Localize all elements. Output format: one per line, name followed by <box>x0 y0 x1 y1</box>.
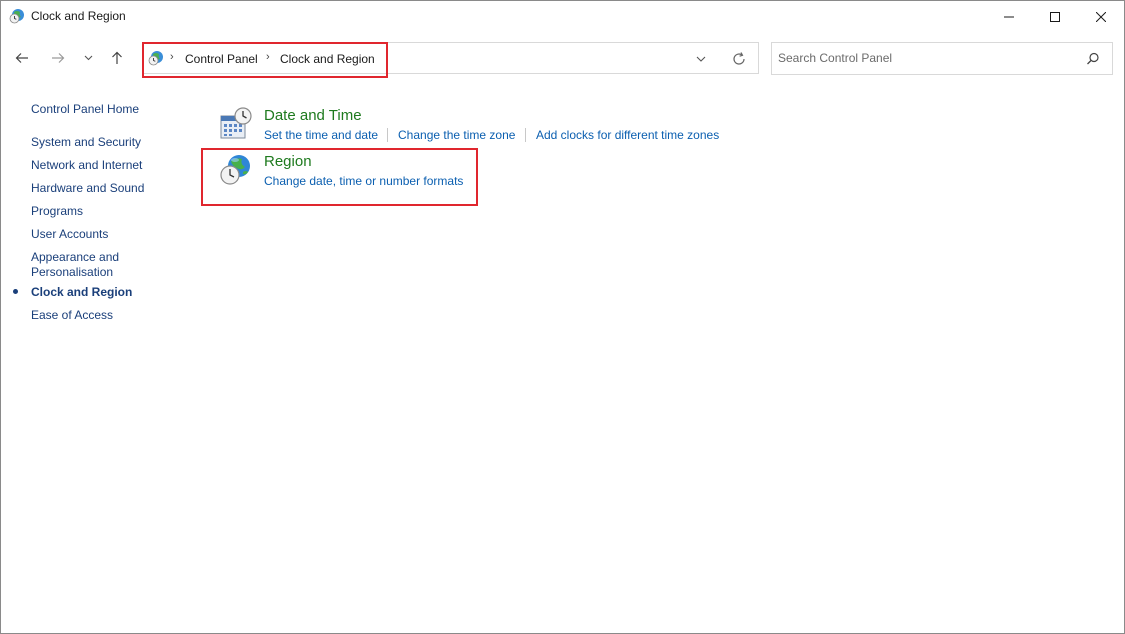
window-title: Clock and Region <box>31 9 126 23</box>
sidebar-item-clock-and-region[interactable]: Clock and Region <box>31 285 132 300</box>
arrow-up-icon <box>112 51 122 64</box>
breadcrumb-separator[interactable]: › <box>266 51 270 63</box>
recent-locations-button[interactable] <box>79 46 97 70</box>
link-divider <box>525 128 526 142</box>
back-button[interactable] <box>11 46 33 70</box>
refresh-icon <box>733 52 745 65</box>
sidebar-item-appearance-line2[interactable]: Personalisation <box>31 265 113 280</box>
category-title-date-and-time[interactable]: Date and Time <box>264 107 362 124</box>
maximize-button[interactable] <box>1032 1 1078 32</box>
up-button[interactable] <box>106 46 128 70</box>
link-add-clocks[interactable]: Add clocks for different time zones <box>536 128 719 142</box>
forward-button[interactable] <box>47 46 69 70</box>
control-panel-window: Clock and Region › Control Panel › Clock… <box>0 0 1125 634</box>
link-set-time-and-date[interactable]: Set the time and date <box>264 128 378 142</box>
chevron-down-icon <box>696 56 706 62</box>
minimize-icon <box>1004 16 1014 17</box>
sidebar-item-ease-of-access[interactable]: Ease of Access <box>31 308 113 323</box>
globe-clock-icon[interactable] <box>219 153 253 187</box>
clock-region-globe-icon <box>9 8 25 24</box>
refresh-button[interactable] <box>731 51 747 67</box>
calendar-clock-icon[interactable] <box>219 107 253 141</box>
sidebar-item-programs[interactable]: Programs <box>31 204 83 219</box>
active-item-bullet <box>13 289 18 294</box>
sidebar-item-network-and-internet[interactable]: Network and Internet <box>31 158 142 173</box>
breadcrumb-separator[interactable]: › <box>170 51 174 63</box>
breadcrumb-control-panel[interactable]: Control Panel <box>185 52 258 66</box>
close-icon <box>1096 11 1106 22</box>
breadcrumb-clock-and-region[interactable]: Clock and Region <box>280 52 375 66</box>
sidebar-item-user-accounts[interactable]: User Accounts <box>31 227 108 242</box>
sidebar-control-panel-home[interactable]: Control Panel Home <box>31 102 139 117</box>
link-divider <box>387 128 388 142</box>
close-button[interactable] <box>1078 1 1124 32</box>
search-input[interactable] <box>778 49 1078 67</box>
clock-region-globe-icon <box>148 50 164 66</box>
search-box[interactable] <box>771 42 1113 75</box>
minimize-button[interactable] <box>986 1 1032 32</box>
maximize-icon <box>1050 11 1060 22</box>
link-change-formats[interactable]: Change date, time or number formats <box>264 174 463 188</box>
search-icon[interactable] <box>1086 52 1100 66</box>
arrow-left-icon <box>15 53 28 63</box>
address-dropdown-button[interactable] <box>694 52 708 66</box>
link-change-time-zone[interactable]: Change the time zone <box>398 128 515 142</box>
chevron-down-icon <box>84 55 92 61</box>
sidebar-item-system-and-security[interactable]: System and Security <box>31 135 141 150</box>
category-title-region[interactable]: Region <box>264 153 312 170</box>
sidebar-item-hardware-and-sound[interactable]: Hardware and Sound <box>31 181 144 196</box>
title-bar[interactable]: Clock and Region <box>1 1 1124 32</box>
sidebar-item-appearance-line1[interactable]: Appearance and <box>31 250 119 265</box>
arrow-right-icon <box>52 53 65 63</box>
